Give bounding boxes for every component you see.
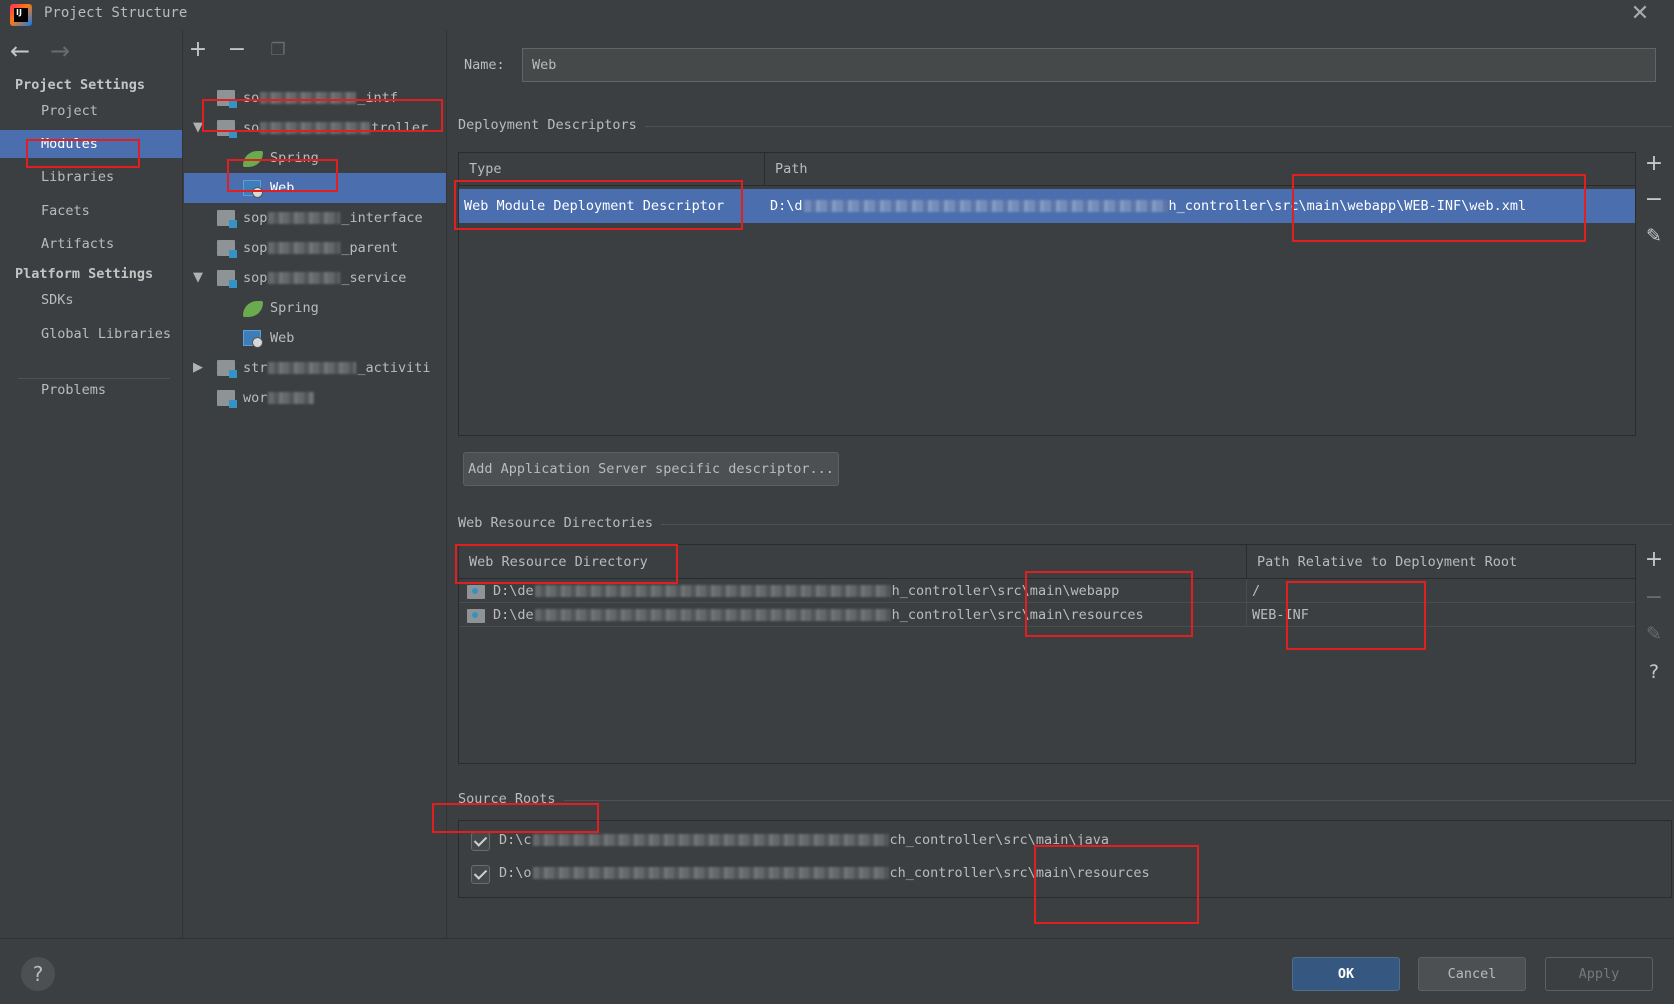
edit-pencil-icon[interactable]: ✎ — [1642, 224, 1666, 248]
source-roots-list: D:\c ch_controller\src\main\java D:\o ch_c… — [458, 820, 1672, 898]
tree-module-activiti[interactable]: ▶ str _activiti — [184, 353, 446, 383]
tree-module-controller[interactable]: ▼ so troller — [184, 113, 446, 143]
help-button[interactable]: ? — [21, 957, 55, 991]
table-header: Type Path — [459, 153, 1635, 186]
column-header-type[interactable]: Type — [459, 153, 765, 186]
add-server-descriptor-button[interactable]: Add Application Server specific descript… — [463, 452, 839, 486]
sidebar-item-facets[interactable]: Facets — [0, 197, 182, 225]
window-title: Project Structure — [44, 5, 188, 21]
remove-icon[interactable]: − — [225, 38, 249, 62]
table-row[interactable]: D:\de h_controller\src\main\webapp / — [459, 579, 1635, 603]
collapsed-arrow-icon[interactable]: ▶ — [191, 353, 205, 383]
sidebar-item-modules[interactable]: Modules — [0, 130, 182, 158]
module-folder-icon — [217, 270, 237, 288]
expanded-arrow-icon[interactable]: ▼ — [191, 263, 205, 293]
help-question-icon[interactable]: ? — [1642, 660, 1666, 684]
apply-button[interactable]: Apply — [1545, 957, 1653, 991]
sidebar-item-artifacts[interactable]: Artifacts — [0, 230, 182, 258]
tree-module-service[interactable]: ▼ sop _service — [184, 263, 446, 293]
sidebar-item-project[interactable]: Project — [0, 97, 182, 125]
module-folder-icon — [217, 90, 237, 108]
deployment-descriptors-table: Type Path Web Module Deployment Descript… — [458, 152, 1636, 436]
column-header-web-resource-directory[interactable]: Web Resource Directory — [459, 545, 1247, 579]
cancel-button[interactable]: Cancel — [1418, 957, 1526, 991]
edit-pencil-icon[interactable]: ✎ — [1642, 622, 1666, 646]
tree-facet-spring[interactable]: Spring — [184, 143, 446, 173]
descriptor-path: D:\d h_controller\src\main\webapp\WEB-INF… — [770, 198, 1527, 214]
sidebar-item-global-libraries[interactable]: Global Libraries — [0, 320, 182, 348]
module-tree-panel: + − ❐ so _intf ▼ so troller Spring Web sop… — [184, 30, 447, 938]
table-header: Web Resource Directory Path Relative to … — [459, 545, 1635, 579]
source-root-path: D:\o ch_controller\src\main\resources — [499, 865, 1150, 881]
platform-settings-heading: Platform Settings — [15, 266, 154, 282]
sidebar-item-sdks[interactable]: SDKs — [0, 286, 182, 314]
column-header-relative-path[interactable]: Path Relative to Deployment Root — [1247, 545, 1635, 579]
forward-arrow-icon[interactable]: → — [50, 39, 76, 64]
tree-module[interactable]: sop _interface — [184, 203, 446, 233]
module-folder-icon — [217, 390, 237, 408]
add-icon[interactable]: + — [1642, 152, 1666, 176]
web-facet-icon — [243, 330, 263, 348]
web-facet-editor: Name: Web Deployment Descriptors Type Pa… — [448, 30, 1674, 938]
name-field[interactable]: Web — [522, 48, 1656, 82]
ok-button[interactable]: OK — [1292, 957, 1400, 991]
web-directory-icon — [467, 585, 485, 599]
deployment-descriptors-title: Deployment Descriptors — [458, 117, 645, 133]
tree-facet-web[interactable]: Web — [184, 173, 446, 203]
section-separator — [458, 800, 1672, 801]
tree-toolbar: + − ❐ — [184, 38, 446, 64]
spring-leaf-icon — [243, 301, 263, 317]
module-folder-icon — [217, 120, 237, 138]
intellij-logo-icon: IJ — [10, 4, 32, 26]
relative-path-value: WEB-INF — [1252, 607, 1309, 623]
web-directory-icon — [467, 609, 485, 623]
copy-icon[interactable]: ❐ — [266, 38, 290, 62]
web-resource-directories-title: Web Resource Directories — [458, 515, 662, 531]
source-roots-title: Source Roots — [458, 791, 564, 807]
descriptor-type: Web Module Deployment Descriptor — [464, 198, 725, 214]
tree-module[interactable]: so _intf — [184, 83, 446, 113]
settings-sidebar: ← → Project Settings Project Modules Lib… — [0, 30, 183, 938]
remove-icon[interactable]: − — [1642, 586, 1666, 610]
remove-icon[interactable]: − — [1642, 188, 1666, 212]
sidebar-item-problems[interactable]: Problems — [0, 376, 182, 404]
web-resource-side-toolbar: + − ✎ ? — [1636, 544, 1672, 764]
source-root-path: D:\c ch_controller\src\main\java — [499, 832, 1109, 848]
relative-path-value: / — [1252, 583, 1261, 599]
table-row[interactable]: D:\de h_controller\src\main\resources WEB… — [459, 603, 1635, 627]
name-label: Name: — [464, 57, 505, 73]
tree-module[interactable]: sop _parent — [184, 233, 446, 263]
project-settings-heading: Project Settings — [15, 77, 146, 93]
title-bar: IJ Project Structure ✕ — [0, 0, 1674, 30]
expanded-arrow-icon[interactable]: ▼ — [191, 113, 205, 143]
web-resource-table: Web Resource Directory Path Relative to … — [458, 544, 1636, 764]
tree-module[interactable]: wor — [184, 383, 446, 413]
spring-leaf-icon — [243, 151, 263, 167]
column-header-path[interactable]: Path — [765, 153, 1635, 186]
sidebar-item-libraries[interactable]: Libraries — [0, 163, 182, 191]
source-root-checkbox[interactable] — [471, 865, 490, 884]
deployment-side-toolbar: + − ✎ — [1636, 152, 1672, 436]
add-icon[interactable]: + — [1642, 548, 1666, 572]
tree-facet-web[interactable]: Web — [184, 323, 446, 353]
close-icon[interactable]: ✕ — [1628, 2, 1652, 26]
back-arrow-icon[interactable]: ← — [10, 39, 36, 64]
tree-facet-spring[interactable]: Spring — [184, 293, 446, 323]
source-root-checkbox[interactable] — [471, 832, 490, 851]
module-folder-icon — [217, 360, 237, 378]
add-icon[interactable]: + — [186, 38, 210, 62]
web-facet-icon — [243, 180, 263, 198]
module-folder-icon — [217, 210, 237, 228]
module-folder-icon — [217, 240, 237, 258]
table-row[interactable]: Web Module Deployment Descriptor D:\d h_c… — [459, 189, 1635, 223]
